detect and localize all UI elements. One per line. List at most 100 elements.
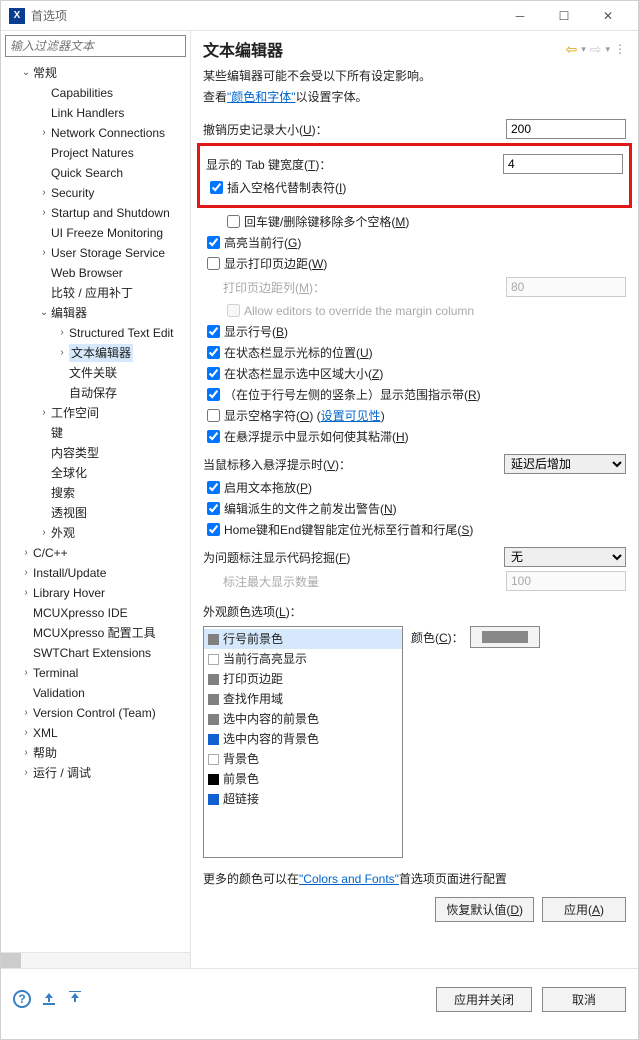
apply-button[interactable]: 应用(A) xyxy=(542,897,626,922)
tree-item[interactable]: ›Structured Text Edit xyxy=(1,323,190,343)
color-options-list[interactable]: 行号前景色当前行高亮显示打印页边距查找作用域选中内容的前景色选中内容的背景色背景… xyxy=(203,626,403,858)
chevron-right-icon[interactable]: › xyxy=(19,664,33,682)
tree-item[interactable]: 比较 / 应用补丁 xyxy=(1,283,190,303)
chevron-right-icon[interactable]: › xyxy=(37,184,51,202)
chevron-right-icon[interactable]: › xyxy=(37,404,51,422)
chevron-right-icon[interactable]: › xyxy=(19,544,33,562)
tree-item[interactable]: 内容类型 xyxy=(1,443,190,463)
tree-item[interactable]: Project Natures xyxy=(1,143,190,163)
restore-defaults-button[interactable]: 恢复默认值(D) xyxy=(435,897,534,922)
tree-item[interactable]: UI Freeze Monitoring xyxy=(1,223,190,243)
forward-dropdown-icon[interactable]: ▾ xyxy=(605,44,610,55)
tree-item[interactable]: ›XML xyxy=(1,723,190,743)
code-mining-select[interactable]: 无 xyxy=(504,547,626,567)
apply-close-button[interactable]: 应用并关闭 xyxy=(436,987,532,1012)
tree-item[interactable]: ›Install/Update xyxy=(1,563,190,583)
tree-item[interactable]: MCUXpresso 配置工具 xyxy=(1,623,190,643)
import-icon[interactable] xyxy=(41,991,57,1007)
tree-item[interactable]: ›Security xyxy=(1,183,190,203)
back-arrow-icon[interactable]: ⇦ xyxy=(565,41,577,58)
maximize-button[interactable]: ☐ xyxy=(542,2,586,30)
chevron-right-icon[interactable]: › xyxy=(19,704,33,722)
list-item[interactable]: 当前行高亮显示 xyxy=(204,649,402,669)
tab-width-input[interactable] xyxy=(503,154,623,174)
tree-item[interactable]: ⌄常规 xyxy=(1,63,190,83)
status-cursor-checkbox[interactable] xyxy=(207,346,220,359)
tree-item[interactable]: MCUXpresso IDE xyxy=(1,603,190,623)
tree-item[interactable]: ›文本编辑器 xyxy=(1,343,190,363)
chevron-right-icon[interactable]: › xyxy=(37,124,51,142)
tree-item[interactable]: ›外观 xyxy=(1,523,190,543)
tree-item[interactable]: Web Browser xyxy=(1,263,190,283)
tree-item[interactable]: ›Startup and Shutdown xyxy=(1,203,190,223)
help-icon[interactable]: ? xyxy=(13,990,31,1008)
tree-item[interactable]: ›Version Control (Team) xyxy=(1,703,190,723)
chevron-right-icon[interactable]: › xyxy=(37,204,51,222)
tree-item[interactable]: ›C/C++ xyxy=(1,543,190,563)
tree-item[interactable]: ›运行 / 调试 xyxy=(1,763,190,783)
show-linenum-checkbox[interactable] xyxy=(207,325,220,338)
smart-home-checkbox[interactable] xyxy=(207,523,220,536)
show-margin-checkbox[interactable] xyxy=(207,257,220,270)
tree-item[interactable]: 键 xyxy=(1,423,190,443)
chevron-down-icon[interactable]: ⌄ xyxy=(19,64,33,82)
whitespace-visibility-link[interactable]: 设置可见性 xyxy=(321,409,381,423)
filter-input[interactable] xyxy=(6,36,185,56)
tree-item[interactable]: ›工作空间 xyxy=(1,403,190,423)
close-button[interactable]: ✕ xyxy=(586,2,630,30)
range-indicator-checkbox[interactable] xyxy=(207,388,220,401)
minimize-button[interactable]: ─ xyxy=(498,2,542,30)
list-item[interactable]: 背景色 xyxy=(204,749,402,769)
tree-item[interactable]: ›Terminal xyxy=(1,663,190,683)
tree-item[interactable]: Link Handlers xyxy=(1,103,190,123)
list-item[interactable]: 超链接 xyxy=(204,789,402,809)
tree-item[interactable]: ›Library Hover xyxy=(1,583,190,603)
chevron-right-icon[interactable]: › xyxy=(19,764,33,782)
list-item[interactable]: 查找作用域 xyxy=(204,689,402,709)
tree-item[interactable]: 文件关联 xyxy=(1,363,190,383)
chevron-right-icon[interactable]: › xyxy=(19,564,33,582)
tree-item[interactable]: ⌄编辑器 xyxy=(1,303,190,323)
list-item[interactable]: 前景色 xyxy=(204,769,402,789)
status-selection-checkbox[interactable] xyxy=(207,367,220,380)
remove-multi-checkbox[interactable] xyxy=(227,215,240,228)
warn-derived-checkbox[interactable] xyxy=(207,502,220,515)
color-picker-button[interactable] xyxy=(470,626,540,648)
enable-dnd-checkbox[interactable] xyxy=(207,481,220,494)
chevron-down-icon[interactable]: ⌄ xyxy=(37,304,51,322)
cancel-button[interactable]: 取消 xyxy=(542,987,626,1012)
tree-item[interactable]: ›Network Connections xyxy=(1,123,190,143)
list-item[interactable]: 行号前景色 xyxy=(204,629,402,649)
export-icon[interactable] xyxy=(67,991,83,1007)
tree-item[interactable]: 搜索 xyxy=(1,483,190,503)
tree-item[interactable]: SWTChart Extensions xyxy=(1,643,190,663)
insert-spaces-checkbox[interactable] xyxy=(210,181,223,194)
list-item[interactable]: 打印页边距 xyxy=(204,669,402,689)
hover-when-select[interactable]: 延迟后增加 xyxy=(504,454,626,474)
back-dropdown-icon[interactable]: ▾ xyxy=(581,44,586,55)
tree-item[interactable]: ›帮助 xyxy=(1,743,190,763)
show-whitespace-checkbox[interactable] xyxy=(207,409,220,422)
sidebar-scrollbar[interactable] xyxy=(1,952,190,968)
list-item[interactable]: 选中内容的前景色 xyxy=(204,709,402,729)
tree-item[interactable]: ›User Storage Service xyxy=(1,243,190,263)
chevron-right-icon[interactable]: › xyxy=(37,244,51,262)
forward-arrow-icon[interactable]: ⇨ xyxy=(590,41,602,58)
chevron-right-icon[interactable]: › xyxy=(55,324,69,342)
tree-item[interactable]: Quick Search xyxy=(1,163,190,183)
tree-item[interactable]: Capabilities xyxy=(1,83,190,103)
chevron-right-icon[interactable]: › xyxy=(19,724,33,742)
tree-item[interactable]: 透视图 xyxy=(1,503,190,523)
chevron-right-icon[interactable]: › xyxy=(55,344,69,362)
tree-item[interactable]: 全球化 xyxy=(1,463,190,483)
undo-size-input[interactable] xyxy=(506,119,626,139)
tree-item[interactable]: 自动保存 xyxy=(1,383,190,403)
colors-fonts-link[interactable]: "颜色和字体" xyxy=(227,90,296,104)
hover-sticky-checkbox[interactable] xyxy=(207,430,220,443)
chevron-right-icon[interactable]: › xyxy=(37,524,51,542)
list-item[interactable]: 选中内容的背景色 xyxy=(204,729,402,749)
chevron-right-icon[interactable]: › xyxy=(19,584,33,602)
highlight-line-checkbox[interactable] xyxy=(207,236,220,249)
tree-item[interactable]: Validation xyxy=(1,683,190,703)
colors-and-fonts-link[interactable]: "Colors and Fonts" xyxy=(299,872,399,886)
